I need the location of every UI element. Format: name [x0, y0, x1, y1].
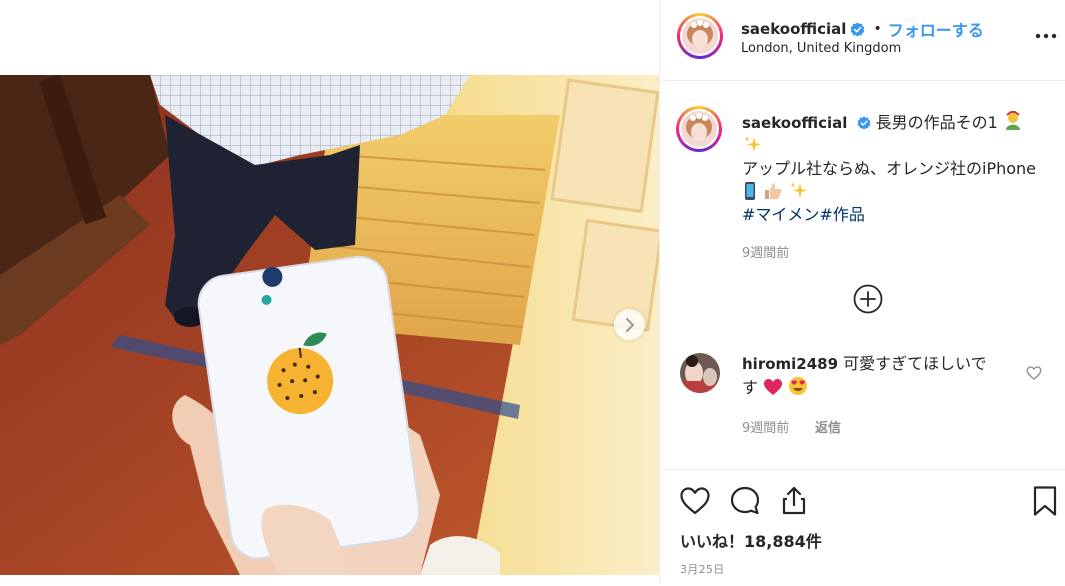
heart-outline-icon[interactable] — [678, 484, 712, 518]
avatar-image — [682, 18, 718, 54]
more-options-icon[interactable] — [1034, 26, 1058, 46]
author-avatar[interactable] — [677, 13, 723, 59]
bookmark-icon[interactable] — [1030, 484, 1060, 518]
author-username[interactable]: saekoofficial — [741, 20, 846, 38]
caption-timestamp[interactable]: 9週間前 — [742, 242, 789, 261]
caption-text-line1: 長男の作品その1 — [875, 113, 998, 132]
likes-count[interactable]: いいね！18,884件 — [680, 528, 822, 552]
comment-bubble-icon[interactable] — [728, 484, 762, 518]
caption-hashtags[interactable]: #マイメン#作品 — [742, 205, 865, 224]
post-date[interactable]: 3月25日 — [680, 561, 725, 577]
caption-username[interactable]: saekoofficial — [742, 114, 847, 132]
thumbs-up-emoji-icon — [765, 182, 782, 199]
red-heart-emoji-icon — [764, 378, 783, 395]
post-header: saekoofficial • フォローする London, United Ki… — [660, 0, 1065, 81]
heart-eyes-emoji-icon — [789, 376, 808, 395]
post-actions: いいね！18,884件 3月25日 — [660, 469, 1065, 586]
post-caption: saekoofficial 長男の作品その1 アップル社ならぬ、オレンジ社のiP… — [742, 111, 1042, 227]
post-location[interactable]: London, United Kingdom — [741, 41, 901, 56]
caption-avatar[interactable] — [676, 106, 722, 152]
comment-like-heart-icon[interactable] — [1026, 365, 1042, 381]
media-pane — [0, 0, 659, 585]
commenter-username[interactable]: hiromi2489 — [742, 355, 838, 373]
separator-dot: • — [873, 21, 882, 37]
verified-badge-icon — [857, 116, 870, 130]
verified-badge-icon — [851, 21, 865, 37]
avatar-image — [681, 111, 717, 147]
sparkles-emoji-icon — [790, 181, 808, 198]
mobile-phone-emoji-icon — [745, 181, 755, 200]
sparkles-emoji-icon — [744, 135, 761, 152]
avatar-image — [680, 353, 720, 393]
photo-illustration — [0, 75, 659, 575]
chevron-right-icon — [625, 317, 634, 332]
follow-button[interactable]: フォローする — [888, 17, 984, 41]
next-photo-button[interactable] — [614, 309, 645, 340]
comment-timestamp[interactable]: 9週間前 — [742, 417, 789, 436]
reply-button[interactable]: 返信 — [815, 417, 841, 436]
share-upload-icon[interactable] — [777, 484, 811, 518]
post-photo[interactable] — [0, 75, 659, 575]
commenter-avatar[interactable] — [680, 353, 720, 393]
person-emoji-icon — [1005, 111, 1020, 130]
plus-circle-icon[interactable] — [852, 283, 884, 315]
comment-text: hiromi2489 可愛すぎてほしいです — [742, 353, 1002, 399]
comments-area[interactable]: saekoofficial 長男の作品その1 アップル社ならぬ、オレンジ社のiP… — [660, 81, 1065, 469]
post-side-panel: saekoofficial • フォローする London, United Ki… — [659, 0, 1065, 585]
caption-text-line2: アップル社ならぬ、オレンジ社のiPhone — [742, 159, 1037, 178]
